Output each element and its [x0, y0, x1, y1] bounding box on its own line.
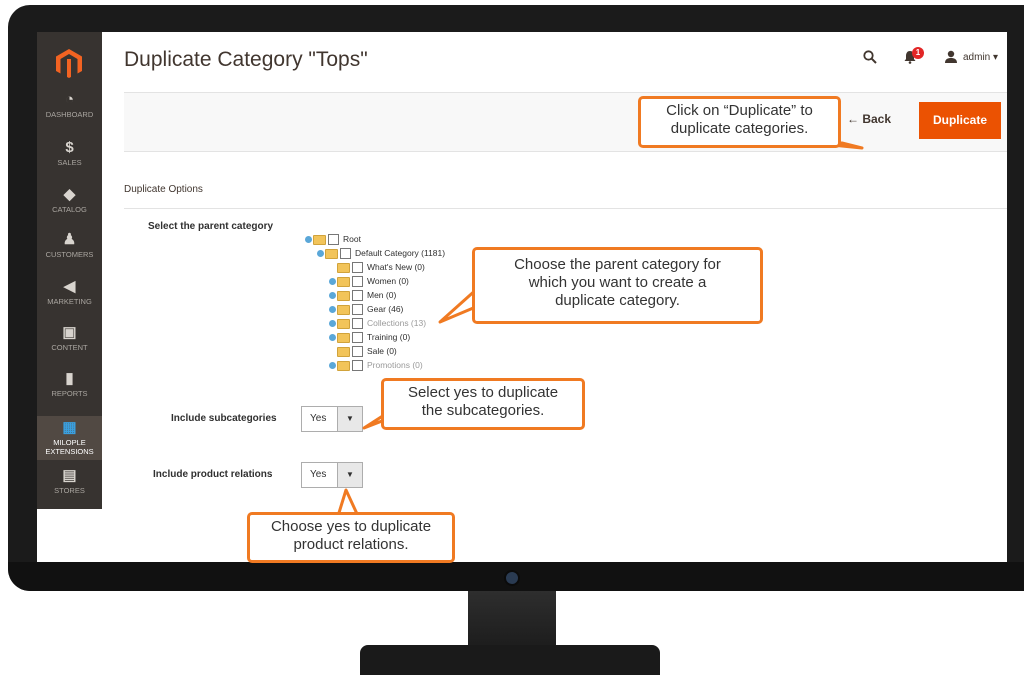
- user-icon[interactable]: [944, 50, 958, 64]
- tree-node-women[interactable]: Women (0): [329, 276, 409, 289]
- tree-node-default-category[interactable]: Default Category (1181): [317, 248, 445, 261]
- expand-icon[interactable]: [329, 306, 336, 314]
- sidebar-item-label: MARKETING: [47, 297, 92, 306]
- sidebar-item-customers[interactable]: ♟ CUSTOMERS: [37, 231, 102, 260]
- grid-icon: ▦: [62, 419, 77, 436]
- parent-category-label: Select the parent category: [148, 221, 274, 232]
- tree-checkbox[interactable]: [352, 304, 363, 316]
- callout-subcategories: Select yes to duplicate the subcategorie…: [381, 378, 585, 430]
- folder-icon: [337, 360, 350, 371]
- tree-node-sale[interactable]: Sale (0): [337, 346, 397, 359]
- tree-checkbox[interactable]: [340, 248, 351, 260]
- tree-node-root[interactable]: Root: [305, 234, 361, 247]
- bar-chart-icon: ▮: [65, 370, 74, 387]
- folder-icon: [337, 290, 350, 301]
- tree-node-promotions[interactable]: Promotions (0): [329, 360, 423, 373]
- sidebar-item-label: SALES: [57, 158, 82, 167]
- megaphone-icon: ◀: [63, 278, 76, 295]
- folder-icon: [337, 332, 350, 343]
- sidebar-item-stores[interactable]: ▤ STORES: [37, 467, 102, 496]
- notification-badge: 1: [912, 47, 924, 59]
- monitor-stand-base: [360, 645, 660, 675]
- sidebar-item-milople-extensions[interactable]: ▦ MILOPLE EXTENSIONS: [37, 416, 102, 460]
- sidebar-item-content[interactable]: ▣ CONTENT: [37, 324, 102, 353]
- section-title: Duplicate Options: [124, 184, 203, 195]
- folder-icon: [337, 276, 350, 287]
- tree-checkbox[interactable]: [352, 360, 363, 372]
- back-button[interactable]: ← Back: [847, 112, 891, 126]
- chevron-down-icon[interactable]: ▼: [337, 463, 362, 487]
- tree-checkbox[interactable]: [352, 276, 363, 288]
- search-icon[interactable]: [863, 50, 877, 64]
- callout-parent-category: Choose the parent category for which you…: [472, 247, 763, 324]
- sidebar-item-reports[interactable]: ▮ REPORTS: [37, 370, 102, 399]
- sidebar-item-label: CONTENT: [51, 343, 88, 352]
- folder-icon: [325, 248, 338, 259]
- expand-icon[interactable]: [329, 292, 336, 300]
- chevron-down-icon[interactable]: ▼: [337, 407, 362, 431]
- sidebar-item-marketing[interactable]: ◀ MARKETING: [37, 278, 102, 307]
- sidebar-item-catalog[interactable]: ◆ CATALOG: [37, 186, 102, 215]
- expand-icon[interactable]: [329, 278, 336, 286]
- tree-node-collections[interactable]: Collections (13): [329, 318, 426, 331]
- include-product-relations-select[interactable]: Yes ▼: [301, 462, 363, 488]
- webcam-icon: [504, 570, 520, 586]
- magento-logo-icon[interactable]: [55, 48, 83, 78]
- sidebar-item-label: STORES: [54, 486, 85, 495]
- tree-node-men[interactable]: Men (0): [329, 290, 396, 303]
- tree-node-whats-new[interactable]: What's New (0): [337, 262, 425, 275]
- folder-icon: [337, 262, 350, 273]
- folder-icon: [313, 234, 326, 245]
- folder-icon: [337, 318, 350, 329]
- tree-checkbox[interactable]: [352, 318, 363, 330]
- include-subcategories-label: Include subcategories: [171, 413, 277, 424]
- expand-icon[interactable]: [329, 362, 336, 370]
- store-icon: ▤: [62, 467, 77, 484]
- tree-node-gear[interactable]: Gear (46): [329, 304, 403, 317]
- callout-product-relations: Choose yes to duplicate product relation…: [247, 512, 455, 563]
- duplicate-button[interactable]: Duplicate: [919, 102, 1001, 139]
- tree-node-training[interactable]: Training (0): [329, 332, 410, 345]
- sidebar-item-label: CUSTOMERS: [45, 250, 94, 259]
- sidebar-item-label: MILOPLE: [53, 438, 86, 447]
- layout-icon: ▣: [62, 324, 77, 341]
- page-title: Duplicate Category "Tops": [124, 48, 368, 71]
- expand-icon[interactable]: [317, 250, 324, 258]
- dashboard-icon: ◔: [64, 91, 75, 108]
- sidebar-item-label: REPORTS: [51, 389, 88, 398]
- tree-checkbox[interactable]: [352, 332, 363, 344]
- sidebar-item-sales[interactable]: $ SALES: [37, 139, 102, 168]
- sidebar-item-label: DASHBOARD: [45, 110, 94, 119]
- folder-icon: [337, 304, 350, 315]
- sidebar-item-label: EXTENSIONS: [45, 447, 94, 456]
- sidebar-item-label: CATALOG: [52, 205, 87, 214]
- person-icon: ♟: [62, 231, 77, 248]
- expand-icon[interactable]: [329, 334, 336, 342]
- admin-sidebar: ◔ DASHBOARD $ SALES ◆ CATALOG ♟ CUSTOMERS ◀ MARKE…: [37, 32, 102, 509]
- expand-icon[interactable]: [305, 236, 312, 244]
- dollar-icon: $: [65, 139, 74, 156]
- include-product-relations-label: Include product relations: [153, 469, 273, 480]
- folder-icon: [337, 346, 350, 357]
- callout-duplicate: Click on “Duplicate” to duplicate catego…: [638, 96, 841, 148]
- tree-checkbox[interactable]: [352, 290, 363, 302]
- cube-icon: ◆: [63, 186, 76, 203]
- expand-icon[interactable]: [329, 320, 336, 328]
- sidebar-item-dashboard[interactable]: ◔ DASHBOARD: [37, 91, 102, 120]
- tree-checkbox[interactable]: [328, 234, 339, 246]
- tree-checkbox[interactable]: [352, 346, 363, 358]
- include-subcategories-select[interactable]: Yes ▼: [301, 406, 363, 432]
- admin-account-menu[interactable]: admin ▾: [963, 52, 998, 63]
- monitor-stand-neck: [468, 591, 556, 647]
- tree-checkbox[interactable]: [352, 262, 363, 274]
- section-divider: [124, 208, 1007, 209]
